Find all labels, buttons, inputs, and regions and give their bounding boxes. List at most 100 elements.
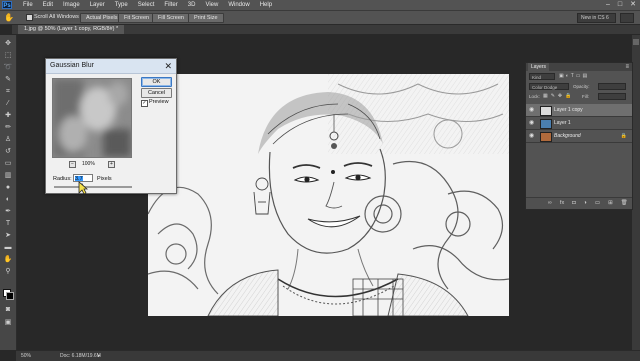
menu-file[interactable]: File xyxy=(18,1,38,9)
radius-unit: Pixels xyxy=(97,176,112,182)
path-selection-tool-icon[interactable]: ➤ xyxy=(3,231,13,240)
brush-tool-icon[interactable]: ✏ xyxy=(3,123,13,132)
healing-brush-tool-icon[interactable]: ✚ xyxy=(3,111,13,120)
layer-thumbnail xyxy=(540,119,552,129)
clone-stamp-tool-icon[interactable]: ♙ xyxy=(3,135,13,144)
fill-label: Fill: xyxy=(582,94,589,99)
print-size-button[interactable]: Print Size xyxy=(188,13,224,23)
adjustment-layer-icon[interactable]: ◑ xyxy=(584,198,587,209)
layer-row[interactable]: ◉ Background 🔒 xyxy=(526,130,632,143)
preview-label: Preview xyxy=(149,99,169,105)
lock-icon: 🔒 xyxy=(620,133,627,139)
visibility-eye-icon[interactable]: ◉ xyxy=(529,120,535,126)
radius-label: Radius: xyxy=(53,176,72,182)
menu-view[interactable]: View xyxy=(200,1,223,9)
scroll-all-windows-label: Scroll All Windows xyxy=(34,14,79,20)
scroll-all-windows-checkbox[interactable] xyxy=(26,14,33,21)
zoom-in-icon[interactable]: + xyxy=(108,161,115,168)
filter-preview[interactable] xyxy=(52,78,132,158)
status-bar: 50% Doc: 6.18M/19.6M ▸ xyxy=(16,350,640,361)
screen-mode-icon[interactable]: ▣ xyxy=(3,318,13,327)
preview-checkbox[interactable]: ✓ xyxy=(141,100,148,107)
layer-name: Layer 1 copy xyxy=(554,107,583,113)
fill-screen-button[interactable]: Fill Screen xyxy=(152,13,190,23)
hand-tool-icon[interactable]: ✋ xyxy=(3,255,13,264)
minimize-icon[interactable]: – xyxy=(606,1,610,9)
document-tab[interactable]: 1.jpg @ 50% (Layer 1 copy, RGB/8#) * xyxy=(18,25,125,34)
crop-tool-icon[interactable]: ⌗ xyxy=(3,87,13,96)
fit-screen-button[interactable]: Fit Screen xyxy=(118,13,156,23)
preview-zoom-value: 100% xyxy=(82,161,95,167)
eyedropper-tool-icon[interactable]: ⁄ xyxy=(3,99,13,108)
blend-mode-select[interactable]: Color Dodge xyxy=(529,83,569,90)
eraser-tool-icon[interactable]: ▭ xyxy=(3,159,13,168)
blur-tool-icon[interactable]: ● xyxy=(3,183,13,192)
pencil-sketch-image xyxy=(148,74,509,316)
gradient-tool-icon[interactable]: ▥ xyxy=(3,171,13,180)
menu-help[interactable]: Help xyxy=(255,1,277,9)
new-layer-icon[interactable]: ⊞ xyxy=(608,198,613,209)
radius-slider-fill xyxy=(54,186,81,188)
fill-field[interactable] xyxy=(598,93,626,100)
layer-filter-icons[interactable]: ▣◐T▭▤ xyxy=(559,73,589,80)
layer-kind-filter[interactable]: Kind xyxy=(529,73,555,80)
workspace-dropdown[interactable] xyxy=(620,13,634,23)
menu-bar: Ps File Edit Image Layer Type Select Fil… xyxy=(0,0,640,11)
menu-edit[interactable]: Edit xyxy=(38,1,58,9)
quick-select-tool-icon[interactable]: ✎ xyxy=(3,75,13,84)
link-layers-icon[interactable]: ∞ xyxy=(548,198,552,209)
workspace-switcher[interactable]: New in CS 6 xyxy=(577,13,616,23)
options-bar: ✋ Scroll All Windows Actual Pixels Fit S… xyxy=(0,11,640,25)
shape-tool-icon[interactable]: ▬ xyxy=(3,243,13,252)
lasso-tool-icon[interactable]: ➰ xyxy=(3,63,13,72)
menu-window[interactable]: Window xyxy=(223,1,254,9)
zoom-out-icon[interactable]: − xyxy=(69,161,76,168)
new-group-icon[interactable]: ▭ xyxy=(595,198,600,209)
layer-row[interactable]: ◉ Layer 1 copy xyxy=(526,104,632,117)
visibility-eye-icon[interactable]: ◉ xyxy=(529,133,535,139)
layer-style-icon[interactable]: fx xyxy=(560,198,564,209)
close-icon[interactable]: ✕ xyxy=(630,1,636,9)
mouse-cursor-icon xyxy=(78,181,88,195)
move-tool-icon[interactable]: ✥ xyxy=(3,39,13,48)
actual-pixels-button[interactable]: Actual Pixels xyxy=(80,13,124,23)
dialog-title: Gaussian Blur xyxy=(50,62,94,69)
dialog-title-bar[interactable]: Gaussian Blur ✕ xyxy=(46,59,176,74)
zoom-tool-icon[interactable]: ⚲ xyxy=(3,267,13,276)
preview-zoom-controls: − 100% + xyxy=(52,160,130,168)
opacity-field[interactable] xyxy=(598,83,626,90)
panel-menu-icon[interactable]: ≡ xyxy=(625,63,629,71)
layers-panel-footer: ∞ fx ◘ ◑ ▭ ⊞ 🗑 xyxy=(526,197,632,209)
window-controls: – □ ✕ xyxy=(606,1,636,9)
document-canvas[interactable] xyxy=(148,74,509,316)
layer-row[interactable]: ◉ Layer 1 xyxy=(526,117,632,130)
marquee-tool-icon[interactable]: ⬚ xyxy=(3,51,13,60)
menu-layer[interactable]: Layer xyxy=(85,1,110,9)
radius-slider[interactable] xyxy=(54,186,132,188)
menu-select[interactable]: Select xyxy=(133,1,160,9)
layer-thumbnail xyxy=(540,106,552,116)
layers-tab[interactable]: Layers xyxy=(528,63,550,71)
hand-tool-icon[interactable]: ✋ xyxy=(4,13,14,22)
dodge-tool-icon[interactable]: ◐ xyxy=(3,195,13,204)
menu-filter[interactable]: Filter xyxy=(159,1,182,9)
panel-toggle-icon[interactable] xyxy=(633,39,639,45)
background-color-swatch[interactable] xyxy=(6,292,14,300)
history-brush-tool-icon[interactable]: ↺ xyxy=(3,147,13,156)
lock-icons[interactable]: ▦✎✥🔒 xyxy=(543,93,574,100)
add-mask-icon[interactable]: ◘ xyxy=(572,198,575,209)
ok-button[interactable]: OK xyxy=(141,77,172,87)
type-tool-icon[interactable]: T xyxy=(3,219,13,228)
visibility-eye-icon[interactable]: ◉ xyxy=(529,107,535,113)
maximize-icon[interactable]: □ xyxy=(618,1,622,9)
cancel-button[interactable]: Cancel xyxy=(141,88,172,98)
delete-layer-icon[interactable]: 🗑 xyxy=(621,198,628,209)
menu-type[interactable]: Type xyxy=(110,1,133,9)
quick-mask-icon[interactable]: ◙ xyxy=(3,305,13,314)
close-icon[interactable]: ✕ xyxy=(164,59,172,73)
tools-panel: ✥ ⬚ ➰ ✎ ⌗ ⁄ ✚ ✏ ♙ ↺ ▭ ▥ ● ◐ ✒ T ➤ ▬ ✋ ⚲ … xyxy=(0,35,17,350)
menu-3d[interactable]: 3D xyxy=(183,1,201,9)
menu-image[interactable]: Image xyxy=(58,1,85,9)
pen-tool-icon[interactable]: ✒ xyxy=(3,207,13,216)
layers-panel: Layers ≡ Kind ▣◐T▭▤ Color Dodge Opacity:… xyxy=(525,62,633,210)
